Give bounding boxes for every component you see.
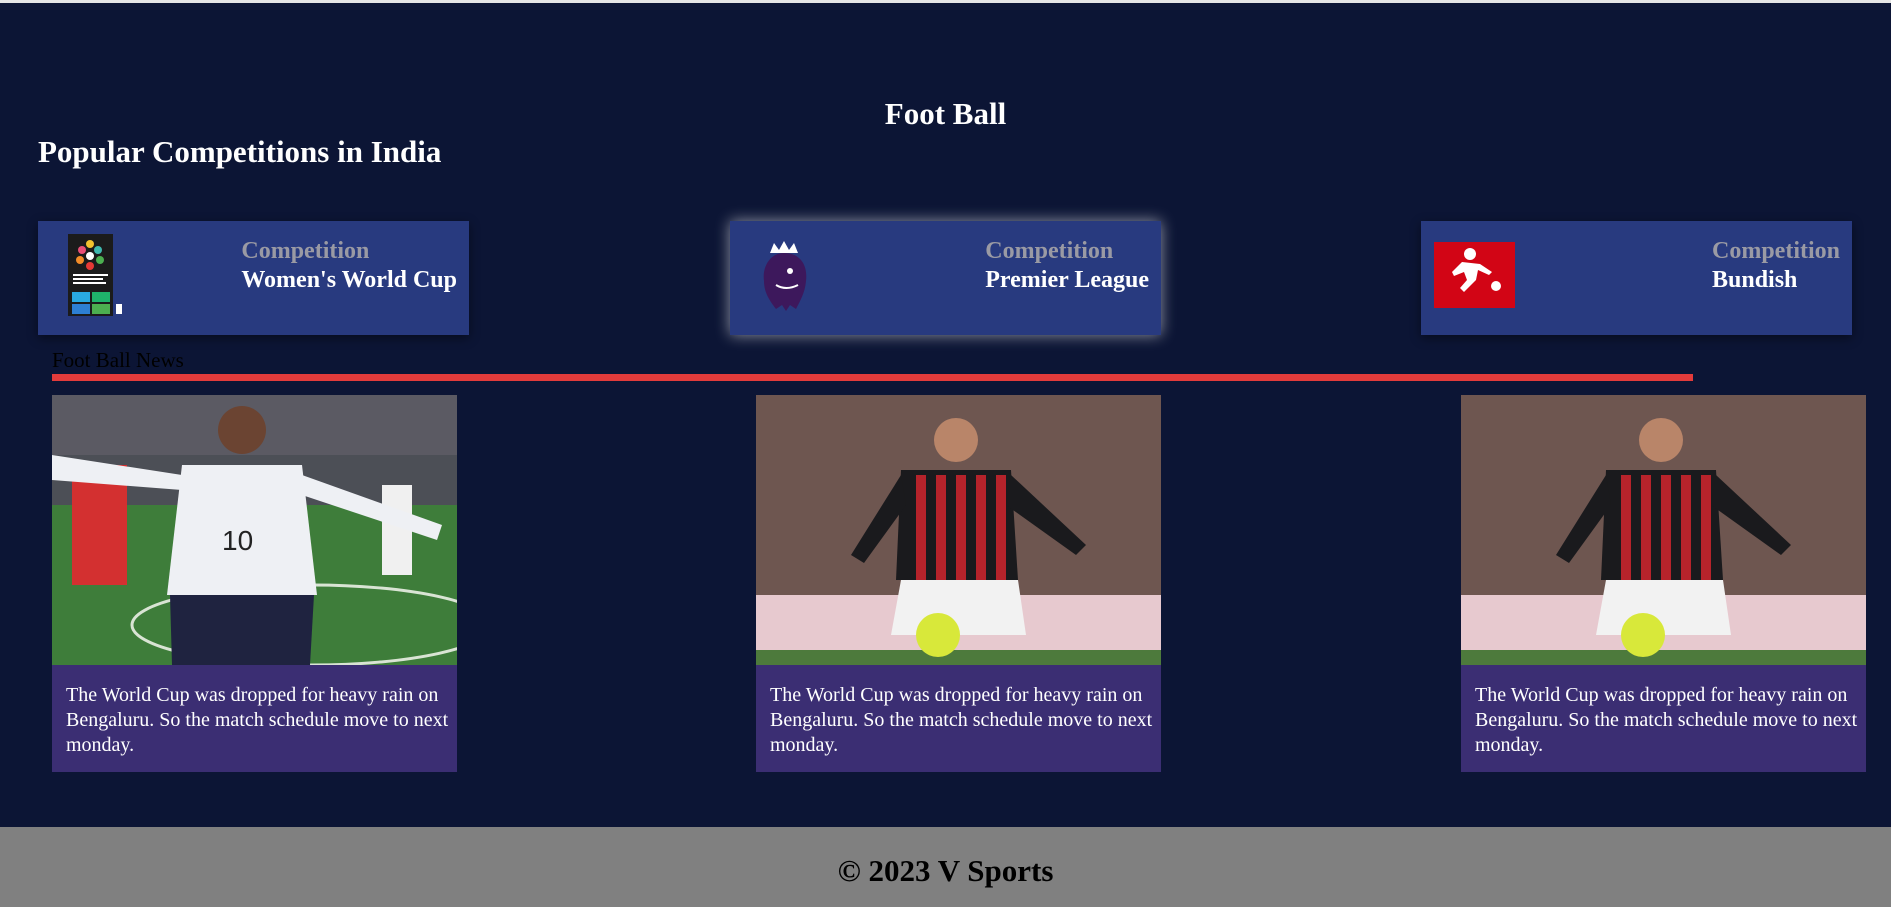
premier-league-lion-icon — [763, 241, 807, 311]
news-divider-bar — [52, 374, 1693, 381]
competition-kicker: Competition — [241, 238, 370, 264]
fifa-womens-world-cup-logo-icon — [68, 234, 122, 316]
bundesliga-logo-icon — [1434, 242, 1515, 308]
section-title: Popular Competitions in India — [38, 134, 442, 169]
news-text: The World Cup was dropped for heavy rain… — [66, 684, 449, 756]
news-text: The World Cup was dropped for heavy rain… — [1475, 684, 1858, 756]
competition-name: Premier League — [985, 267, 1149, 293]
news-card[interactable]: The World Cup was dropped for heavy rain… — [1461, 395, 1866, 772]
news-card[interactable]: 10 The World Cup was dropped for heavy r… — [52, 395, 457, 772]
competition-name: Bundish — [1712, 267, 1798, 293]
competition-kicker: Competition — [1712, 238, 1840, 264]
competition-card-bundish[interactable]: Competition Bundish — [1421, 221, 1852, 335]
competition-kicker: Competition — [985, 238, 1114, 264]
footer-copyright: © 2023 V Sports — [837, 853, 1054, 888]
player-white-kit-photo: 10 — [52, 395, 457, 665]
news-text: The World Cup was dropped for heavy rain… — [770, 684, 1153, 756]
top-border — [0, 0, 1891, 3]
competition-name: Women's World Cup — [241, 267, 457, 293]
player-red-black-kit-photo — [1461, 395, 1866, 665]
news-card[interactable]: The World Cup was dropped for heavy rain… — [756, 395, 1161, 772]
svg-text:10: 10 — [222, 525, 253, 556]
news-section-label: Foot Ball News — [52, 348, 184, 372]
competition-card-premier-league[interactable]: Competition Premier League — [730, 221, 1161, 335]
competition-card-womens-world-cup[interactable]: Competition Women's World Cup — [38, 221, 469, 335]
player-red-black-kit-photo — [756, 395, 1161, 665]
page-title: Foot Ball — [884, 96, 1007, 131]
